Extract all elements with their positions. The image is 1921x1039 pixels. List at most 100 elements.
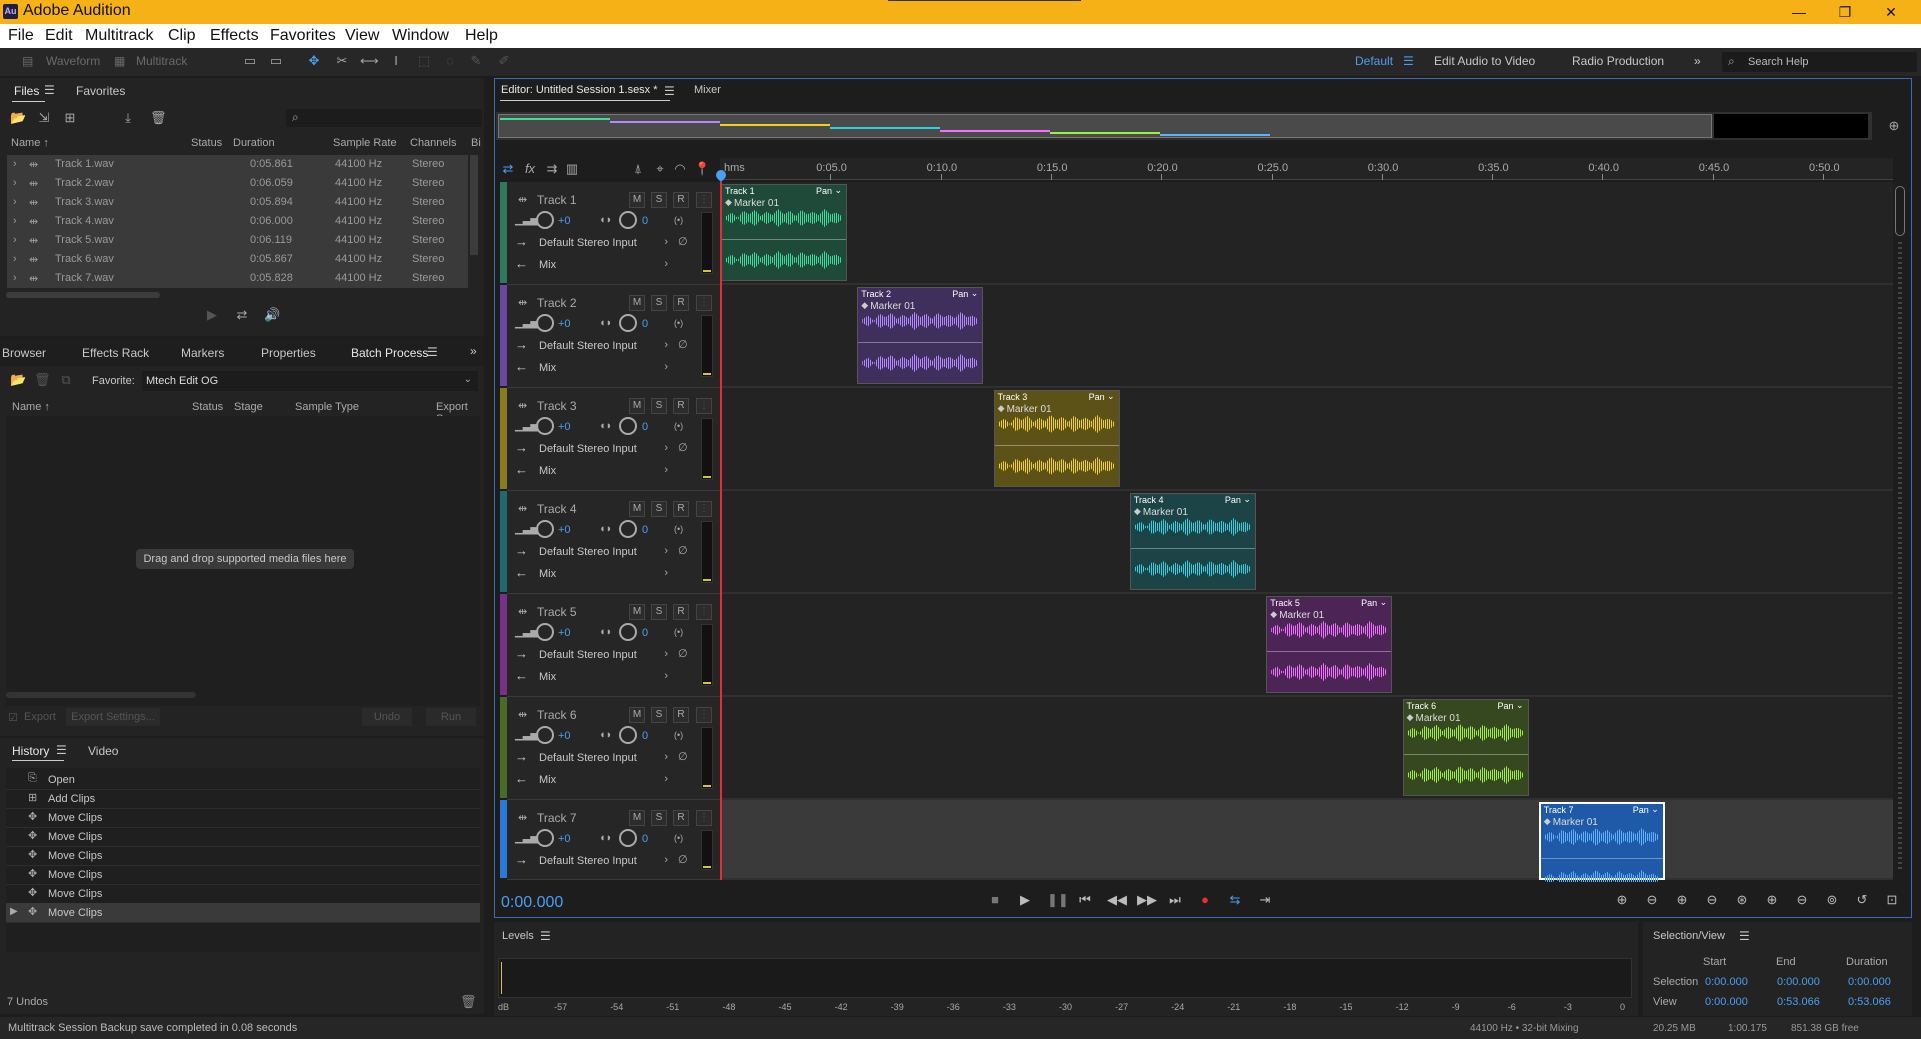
- volume-value[interactable]: +0: [558, 421, 571, 433]
- play-preview-icon[interactable]: ▶: [204, 307, 220, 323]
- loop-preview-icon[interactable]: ⇄: [234, 307, 250, 323]
- sync-icon[interactable]: ⇄: [500, 161, 516, 177]
- clip-volume-line[interactable]: [1267, 651, 1392, 652]
- selection-start[interactable]: 0:00.000: [1705, 976, 1748, 988]
- selection-view-menu-icon[interactable]: ☰: [1739, 929, 1750, 943]
- track-lane[interactable]: Track 3 Pan ⌄ Marker 01 ◆: [720, 388, 1893, 491]
- pan-value[interactable]: 0: [642, 730, 648, 742]
- time-ruler[interactable]: hms 0:05.0 0:10.0 0:15.0 0:20.0 0:25.0 0:30.0 0…: [720, 158, 1893, 180]
- expand-arrow-icon[interactable]: ›: [13, 158, 17, 170]
- more-panels-icon[interactable]: »: [470, 344, 477, 358]
- rewind-button[interactable]: ◀◀: [1107, 892, 1127, 908]
- slip-tool-icon[interactable]: ⟷: [360, 53, 379, 69]
- tab-history[interactable]: History: [12, 744, 49, 758]
- tab-files[interactable]: Files: [14, 84, 39, 98]
- close-button[interactable]: ✕: [1868, 0, 1914, 24]
- overview-view-range[interactable]: [498, 114, 1712, 138]
- clip-chevron-icon[interactable]: ⌄: [971, 288, 979, 299]
- tab-mixer[interactable]: Mixer: [694, 84, 721, 96]
- pan-knob[interactable]: [619, 726, 637, 744]
- tab-video[interactable]: Video: [88, 744, 118, 758]
- track-lane[interactable]: Track 1 Pan ⌄ Marker 01 ◆: [720, 182, 1893, 285]
- move-tool-icon[interactable]: ✥: [306, 53, 322, 69]
- brush-tool-icon[interactable]: ✎: [468, 53, 484, 69]
- solo-button[interactable]: S: [651, 192, 667, 208]
- view-duration[interactable]: 0:53.066: [1848, 996, 1891, 1008]
- track-input-select[interactable]: Default Stereo Input ›: [532, 234, 672, 252]
- maximize-button[interactable]: ❐: [1822, 0, 1868, 24]
- metronome-icon[interactable]: ⍋: [630, 161, 646, 177]
- track-lane[interactable]: Track 2 Pan ⌄ Marker 01 ◆: [720, 285, 1893, 388]
- track-lane[interactable]: Track 4 Pan ⌄ Marker 01 ◆: [720, 491, 1893, 594]
- pan-knob[interactable]: [619, 623, 637, 641]
- solo-button[interactable]: S: [651, 604, 667, 620]
- file-row[interactable]: › ⇹ Track 3.wav 0:05.894 44100 Hz Stereo: [7, 193, 468, 212]
- batch-menu-icon[interactable]: ☰: [427, 345, 438, 359]
- selection-end[interactable]: 0:00.000: [1777, 976, 1820, 988]
- menu-favorites[interactable]: Favorites: [270, 27, 336, 45]
- pan-value[interactable]: 0: [642, 524, 648, 536]
- delete-file-icon[interactable]: 🗑: [150, 110, 167, 126]
- track-name[interactable]: Track 3: [537, 399, 577, 413]
- audio-clip[interactable]: Track 7 Pan ⌄ Marker 01 ◆: [1538, 802, 1665, 888]
- razor-tool-icon[interactable]: ✂: [334, 53, 350, 69]
- track-name[interactable]: Track 1: [537, 193, 577, 207]
- clip-chevron-icon[interactable]: ⌄: [1243, 494, 1251, 505]
- track-drag-icon[interactable]: ⇹: [518, 502, 527, 515]
- tab-effects-rack[interactable]: Effects Rack: [82, 346, 149, 360]
- go-to-end-button[interactable]: ⏭: [1167, 892, 1183, 908]
- track-input-select[interactable]: Default Stereo Input ›: [532, 646, 672, 664]
- phase-invert-icon[interactable]: ∅: [678, 235, 688, 248]
- mute-button[interactable]: M: [629, 810, 645, 826]
- menu-view[interactable]: View: [345, 27, 379, 45]
- volume-value[interactable]: +0: [558, 524, 571, 536]
- add-files-icon[interactable]: 📂: [10, 372, 26, 388]
- monitor-input-icon[interactable]: ⋮: [696, 501, 712, 517]
- clip-volume-line[interactable]: [858, 342, 983, 343]
- zoom-full-icon[interactable]: ⊛: [1734, 892, 1750, 908]
- batch-hscrollbar[interactable]: [6, 692, 196, 698]
- track-output-select[interactable]: Mix ›: [532, 668, 672, 686]
- volume-value[interactable]: +0: [558, 215, 571, 227]
- monitor-input-icon[interactable]: ⋮: [696, 398, 712, 414]
- expand-arrow-icon[interactable]: ›: [13, 196, 17, 208]
- track-drag-icon[interactable]: ⇹: [518, 811, 527, 824]
- file-row[interactable]: › ⇹ Track 7.wav 0:05.828 44100 Hz Stereo: [7, 269, 468, 288]
- file-row[interactable]: › ⇹ Track 5.wav 0:06.119 44100 Hz Stereo: [7, 231, 468, 250]
- track-output-select[interactable]: Mix ›: [532, 565, 672, 583]
- loop-button[interactable]: ⇆: [1227, 892, 1243, 908]
- phase-invert-icon[interactable]: ∅: [678, 647, 688, 660]
- mute-button[interactable]: M: [629, 398, 645, 414]
- tab-editor[interactable]: Editor: Untitled Session 1.sesx *: [501, 84, 658, 96]
- track-lane[interactable]: Track 6 Pan ⌄ Marker 01 ◆: [720, 697, 1893, 800]
- col-duration[interactable]: Duration: [233, 137, 275, 149]
- file-row[interactable]: › ⇹ Track 2.wav 0:06.059 44100 Hz Stereo: [7, 174, 468, 193]
- waveform-mode-button[interactable]: Waveform: [46, 54, 100, 68]
- track-name[interactable]: Track 4: [537, 502, 577, 516]
- file-row[interactable]: › ⇹ Track 1.wav 0:05.861 44100 Hz Stereo: [7, 155, 468, 174]
- files-scrollbar[interactable]: [470, 155, 478, 255]
- workspace-radio-production[interactable]: Radio Production: [1572, 54, 1664, 68]
- track-drag-icon[interactable]: ⇹: [518, 605, 527, 618]
- pan-knob[interactable]: [619, 314, 637, 332]
- menu-edit[interactable]: Edit: [45, 27, 73, 45]
- volume-knob[interactable]: [536, 623, 554, 641]
- clip-chevron-icon[interactable]: ⌄: [834, 185, 842, 196]
- solo-button[interactable]: S: [651, 398, 667, 414]
- zoom-navigator-icon[interactable]: ⊕: [1886, 118, 1902, 134]
- multitrack-mode-icon[interactable]: ▦: [114, 54, 125, 68]
- files-hscrollbar[interactable]: [6, 292, 160, 298]
- clip-volume-line[interactable]: [994, 445, 1119, 446]
- batch-col-name[interactable]: Name ↑: [12, 401, 50, 413]
- expand-arrow-icon[interactable]: ›: [13, 215, 17, 227]
- zoom-selection-icon[interactable]: ⊚: [1824, 892, 1840, 908]
- run-button[interactable]: Run: [426, 708, 476, 726]
- monitor-input-icon[interactable]: ⋮: [696, 295, 712, 311]
- col-channels[interactable]: Channels: [410, 137, 456, 149]
- tab-properties[interactable]: Properties: [261, 346, 316, 360]
- zoom-reset-icon[interactable]: ↺: [1854, 892, 1870, 908]
- batch-col-stage[interactable]: Stage: [234, 401, 263, 413]
- play-button[interactable]: ▶: [1017, 892, 1033, 908]
- track-scrollbar[interactable]: [1893, 182, 1907, 880]
- snap-icon[interactable]: ⌖: [652, 161, 668, 177]
